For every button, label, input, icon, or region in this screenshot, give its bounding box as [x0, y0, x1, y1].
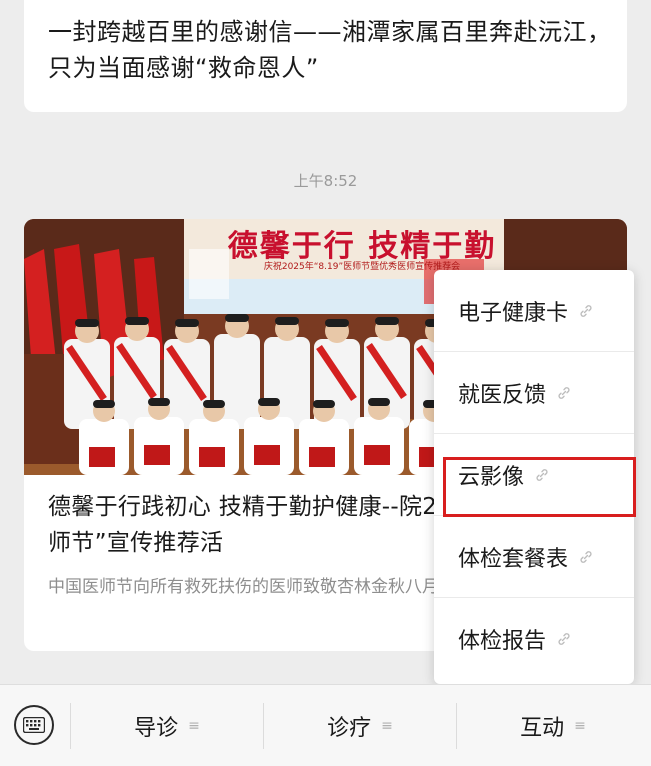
menu-item-e-health-card[interactable]: 电子健康卡 [434, 270, 634, 352]
menu-item-label: 体检套餐表 [458, 546, 569, 572]
menu-item-label: 体检报告 [458, 629, 547, 654]
article-title: 一封跨越百里的感谢信——湘潭家属百里奔赴沅江，只为当面感谢“救命恩人” [48, 18, 612, 82]
link-icon [536, 468, 548, 481]
menu-lines-icon: ≡ [188, 718, 200, 734]
tab-label: 导诊 [134, 716, 179, 741]
link-icon [580, 304, 592, 317]
menu-item-label: 云影像 [458, 464, 525, 490]
link-icon [558, 386, 570, 399]
submenu-popup: 电子健康卡 就医反馈 云影像 体检套餐表 体检报告 [434, 270, 634, 684]
keyboard-icon [23, 717, 45, 733]
keyboard-toggle-button[interactable] [14, 705, 54, 745]
menu-item-checkup-packages[interactable]: 体检套餐表 [434, 516, 634, 598]
link-icon [580, 550, 592, 563]
tab-interaction[interactable]: 互动 ≡ [457, 685, 649, 766]
bottom-menu-bar: 导诊 ≡ 诊疗 ≡ 互动 ≡ [0, 684, 651, 766]
link-icon [558, 633, 570, 645]
menu-item-label: 就医反馈 [458, 382, 547, 408]
article-card-top[interactable]: 一封跨越百里的感谢信——湘潭家属百里奔赴沅江，只为当面感谢“救命恩人” [24, 0, 627, 112]
tab-label: 互动 [520, 716, 565, 741]
tab-guide[interactable]: 导诊 ≡ [71, 685, 263, 766]
menu-item-medical-feedback[interactable]: 就医反馈 [434, 352, 634, 434]
tab-label: 诊疗 [327, 716, 372, 741]
menu-lines-icon: ≡ [574, 718, 586, 734]
message-timestamp: 上午8:52 [293, 172, 358, 190]
menu-item-cloud-imaging[interactable]: 云影像 [434, 434, 634, 516]
chat-page: 一封跨越百里的感谢信——湘潭家属百里奔赴沅江，只为当面感谢“救命恩人” 上午8:… [0, 0, 651, 766]
tab-treatment[interactable]: 诊疗 ≡ [264, 685, 456, 766]
menu-item-checkup-report[interactable]: 体检报告 [434, 598, 634, 680]
menu-item-label: 电子健康卡 [458, 300, 569, 326]
menu-lines-icon: ≡ [381, 718, 393, 734]
